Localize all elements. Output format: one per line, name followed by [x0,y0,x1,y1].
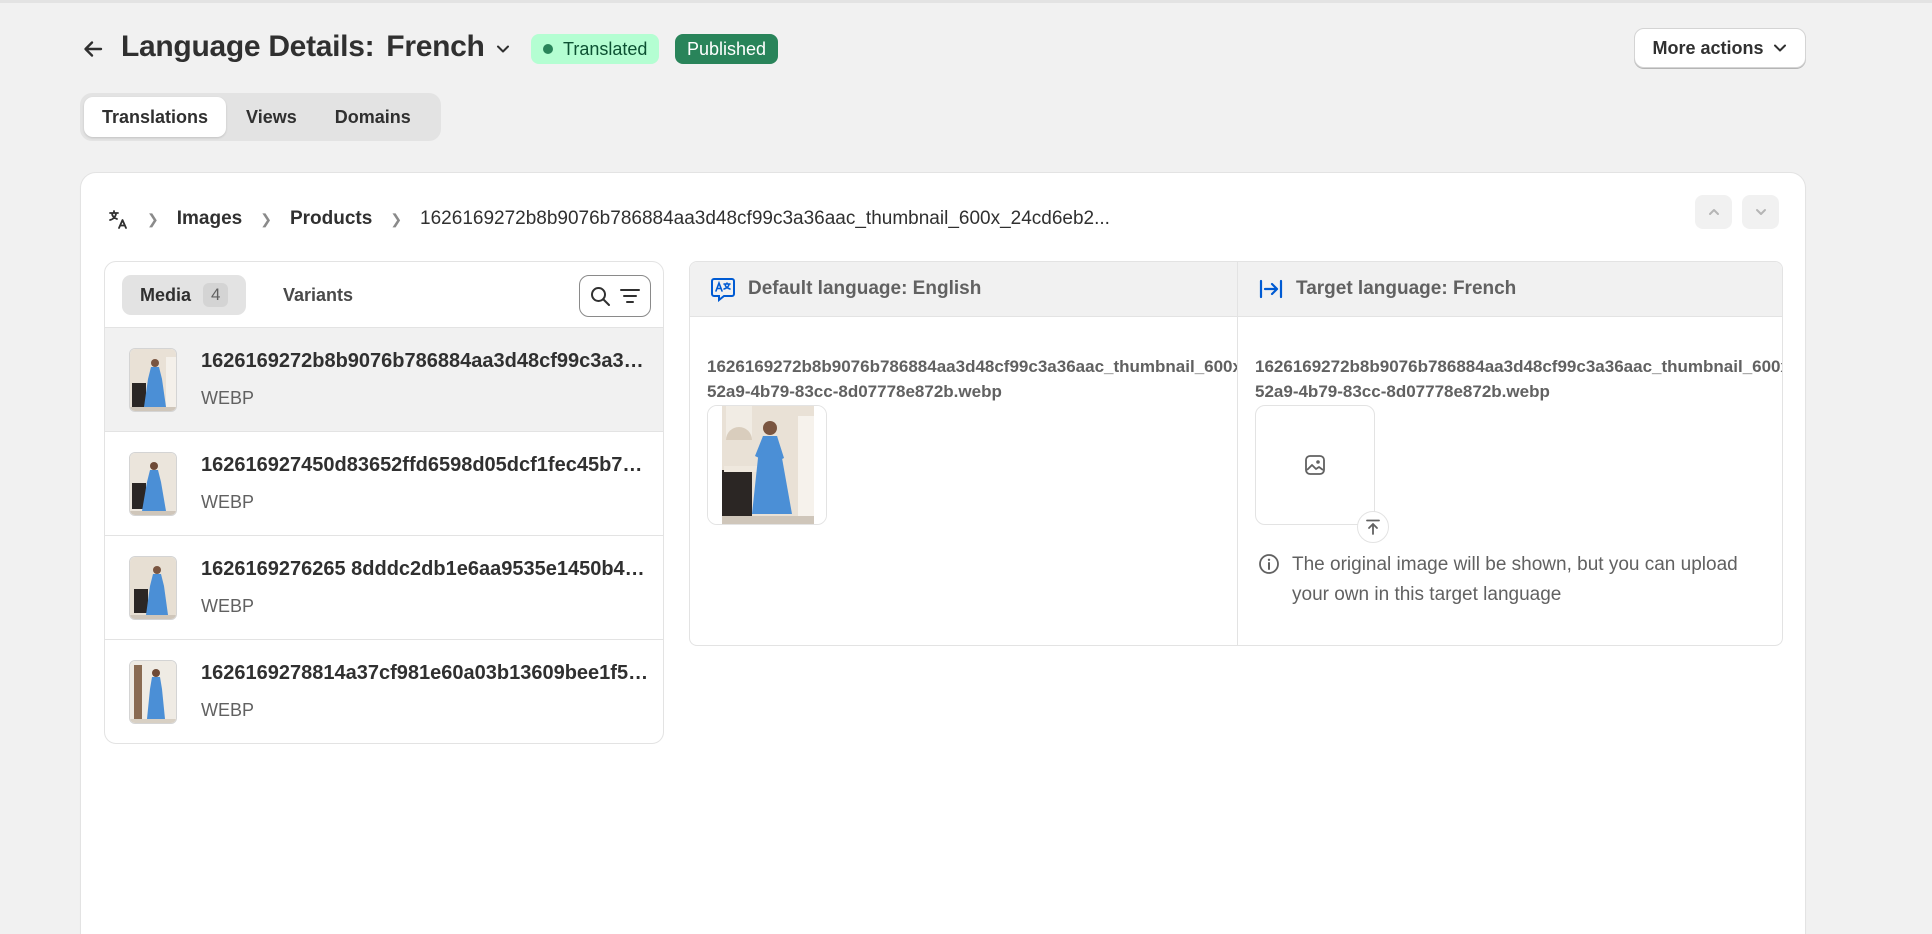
tab-translations[interactable]: Translations [84,97,227,137]
tab-media[interactable]: Media 4 [122,275,247,315]
upload-image-button[interactable] [1357,511,1389,543]
filename-line: 52a9-4b79-83cc-8d07778e872b.webp [1255,382,1550,401]
media-filename: 1626169272b8b9076b786884aa3d48cf99c3a36a… [201,350,651,372]
filename-line: 1626169272b8b9076b786884aa3d48cf99c3a36a… [707,357,1237,376]
media-type: WEBP [201,388,255,408]
translation-card: ❯ Images ❯ Products ❯ 1626169272b8b9076b… [80,172,1806,934]
search-filter-button[interactable] [579,275,651,317]
target-image-dropzone[interactable] [1255,405,1375,525]
list-item[interactable]: 1626169276265 8dddc2db1e6aa9535e1450b4a_… [105,536,663,640]
product-image-thumbnail [129,660,177,724]
chevron-right-icon: ❯ [390,210,403,227]
media-filename: 162616927450d83652ffd6598d05dcf1fec45b7a… [201,454,651,476]
product-image-thumbnail [129,348,177,412]
breadcrumb: ❯ Images ❯ Products ❯ 1626169272b8b9076b… [107,203,1110,235]
filter-icon [620,289,640,303]
section-tabs: Translations Views Domains [80,93,441,141]
media-filename: 1626169276265 8dddc2db1e6aa9535e1450b4a_… [201,558,651,580]
media-type: WEBP [201,492,255,512]
filename-line: 1626169272b8b9076b786884aa3d48cf99c3a36a… [1255,357,1782,376]
status-dot-icon [543,44,553,54]
status-badge-translated-label: Translated [563,38,648,59]
info-banner: The original image will be shown, but yo… [1258,550,1768,610]
next-item-button[interactable] [1742,195,1779,229]
info-text: The original image will be shown, but yo… [1292,554,1738,605]
translate-icon [109,210,127,229]
media-list-header: Media 4 Variants [105,262,663,328]
pagination [1695,195,1779,229]
media-list-panel: Media 4 Variants 1626169272b8b9076b78688… [104,261,664,744]
chevron-right-icon: ❯ [147,210,159,227]
language-switcher-button[interactable] [492,38,514,60]
default-language-column: Default language: English 1626169272b8b9… [690,262,1237,645]
chevron-right-icon: ❯ [260,210,272,227]
arrow-left-icon [84,41,103,57]
target-language-label: Target language: French [1296,278,1517,299]
list-item[interactable]: 1626169272b8b9076b786884aa3d48cf99c3a36a… [105,328,663,432]
default-product-image [707,405,827,525]
list-item[interactable]: 1626169278814a37cf981e60a03b13609bee1f5a… [105,640,663,743]
image-placeholder-icon [1305,455,1325,475]
media-type: WEBP [201,700,255,720]
list-item[interactable]: 162616927450d83652ffd6598d05dcf1fec45b7a… [105,432,663,536]
more-actions-button[interactable]: More actions [1634,28,1806,68]
back-button[interactable] [80,36,106,62]
default-language-label: Default language: English [748,278,982,299]
filename-line: 52a9-4b79-83cc-8d07778e872b.webp [707,382,1002,401]
page-header: Language Details: French Translated Publi… [80,28,1806,68]
info-icon [1258,550,1282,610]
chevron-down-icon [1755,209,1766,215]
product-image-thumbnail [129,452,177,516]
target-language-header: Target language: French [1238,262,1782,317]
media-type: WEBP [201,596,255,616]
chevron-down-icon [497,45,509,53]
tab-views[interactable]: Views [228,97,315,137]
top-divider [0,0,1932,3]
product-image-thumbnail [129,556,177,620]
default-language-header: Default language: English [690,262,1237,317]
target-image-filename: 1626169272b8b9076b786884aa3d48cf99c3a36a… [1255,354,1782,404]
chevron-down-icon [1773,44,1786,52]
search-icon [591,287,610,306]
breadcrumb-products[interactable]: Products [290,208,372,230]
upload-icon [1366,519,1380,535]
translate-bubble-icon [711,278,735,302]
default-image-filename: 1626169272b8b9076b786884aa3d48cf99c3a36a… [707,354,1237,404]
media-count-badge: 4 [203,283,229,307]
target-language-column: Target language: French 1626169272b8b907… [1237,262,1782,645]
more-actions-label: More actions [1652,37,1764,58]
arrow-to-line-icon [1259,279,1283,299]
status-badge-published: Published [675,34,779,64]
media-filename: 1626169278814a37cf981e60a03b13609bee1f5a… [201,662,651,684]
page-title: Language Details: French [121,30,485,64]
tab-variants[interactable]: Variants [265,275,371,315]
page-title-prefix: Language Details: [121,30,375,63]
breadcrumb-images[interactable]: Images [177,208,242,230]
chevron-up-icon [1708,209,1719,215]
tab-media-label: Media [140,284,192,305]
tab-domains[interactable]: Domains [317,97,429,137]
previous-item-button[interactable] [1695,195,1732,229]
breadcrumb-current: 1626169272b8b9076b786884aa3d48cf99c3a36a… [420,208,1110,229]
status-badge-translated: Translated [531,34,660,64]
translation-editor: Default language: English 1626169272b8b9… [689,261,1783,646]
page-title-language: French [386,30,485,63]
